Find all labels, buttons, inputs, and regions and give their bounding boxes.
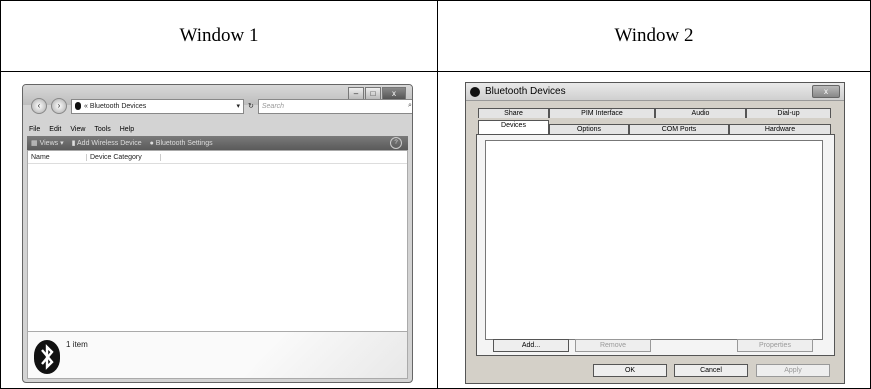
- header-divider: [1, 71, 870, 72]
- add-button[interactable]: Add...: [493, 339, 569, 352]
- bluetooth-settings-icon: ●: [149, 139, 154, 147]
- cancel-button[interactable]: Cancel: [674, 364, 748, 377]
- item-count: 1 item: [66, 340, 88, 349]
- dialog-title: Bluetooth Devices: [485, 86, 566, 97]
- window2-header: Window 2: [614, 25, 694, 46]
- bluetooth-settings-button[interactable]: ● Bluetooth Settings: [150, 140, 213, 147]
- properties-button[interactable]: Properties: [737, 339, 813, 352]
- help-icon[interactable]: ?: [390, 137, 402, 149]
- window2-titlebar[interactable]: Bluetooth Devices: [466, 83, 844, 101]
- tab-dial-up[interactable]: Dial-up: [746, 108, 831, 118]
- tab-audio[interactable]: Audio: [655, 108, 746, 118]
- menu-help[interactable]: Help: [120, 126, 134, 133]
- tab-hardware[interactable]: Hardware: [729, 124, 831, 134]
- tab-com-ports[interactable]: COM Ports: [629, 124, 729, 134]
- search-placeholder: Search: [261, 102, 285, 110]
- search-icon[interactable]: ⌕: [408, 102, 412, 110]
- tab-row-front: Devices Options COM Ports Hardware: [478, 120, 831, 134]
- bluetooth-large-icon: [34, 340, 60, 374]
- tab-pim-interface[interactable]: PIM Interface: [549, 108, 655, 118]
- menu-file[interactable]: File: [29, 126, 40, 133]
- details-pane: 1 item: [27, 331, 408, 379]
- add-device-button[interactable]: ▮ Add Wireless Device: [72, 139, 142, 147]
- window2-dialog: Bluetooth Devices x Share PIM Interface …: [465, 82, 845, 384]
- column-divider: [437, 1, 438, 388]
- refresh-icon[interactable]: ↻: [248, 102, 254, 110]
- views-button[interactable]: ▦ Views ▾: [31, 139, 64, 147]
- address-bar[interactable]: « Bluetooth Devices ▾: [71, 98, 244, 114]
- tab-share[interactable]: Share: [478, 108, 549, 118]
- tab-options[interactable]: Options: [549, 124, 629, 134]
- column-device-category[interactable]: Device Category: [87, 153, 161, 161]
- views-label: Views: [39, 140, 59, 147]
- search-input[interactable]: Search ⌕: [257, 98, 412, 114]
- add-device-icon: ▮: [71, 140, 76, 147]
- tab-devices[interactable]: Devices: [478, 120, 549, 134]
- apply-button[interactable]: Apply: [756, 364, 830, 377]
- ok-button[interactable]: OK: [593, 364, 667, 377]
- command-toolbar: ▦ Views ▾ ▮ Add Wireless Device ● Blueto…: [27, 136, 408, 150]
- menu-view[interactable]: View: [70, 126, 85, 133]
- menu-tools[interactable]: Tools: [94, 126, 110, 133]
- remove-button[interactable]: Remove: [575, 339, 651, 352]
- device-list-pane[interactable]: Name Device Category: [27, 150, 408, 332]
- bluetooth-icon: [75, 102, 81, 110]
- menu-bar: File Edit View Tools Help: [23, 123, 412, 136]
- address-path: « Bluetooth Devices: [84, 102, 147, 110]
- bluetooth-icon: [470, 86, 480, 97]
- devices-list[interactable]: [485, 140, 823, 340]
- window1-explorer: – □ x ‹ › « Bluetooth Devices ▾ ↻ Search…: [22, 84, 413, 383]
- window1-header: Window 1: [179, 25, 259, 46]
- tab-row-back: Share PIM Interface Audio Dial-up: [478, 108, 831, 118]
- column-headers: Name Device Category: [28, 151, 407, 164]
- views-icon: ▦: [31, 140, 38, 147]
- column-name[interactable]: Name: [28, 153, 87, 161]
- back-icon[interactable]: ‹: [31, 98, 47, 114]
- add-device-label: Add Wireless Device: [77, 140, 142, 147]
- menu-edit[interactable]: Edit: [49, 126, 61, 133]
- close-button[interactable]: x: [812, 85, 840, 98]
- bluetooth-settings-label: Bluetooth Settings: [155, 139, 213, 147]
- dropdown-arrow-icon[interactable]: ▾: [236, 102, 240, 110]
- forward-icon[interactable]: ›: [51, 98, 67, 114]
